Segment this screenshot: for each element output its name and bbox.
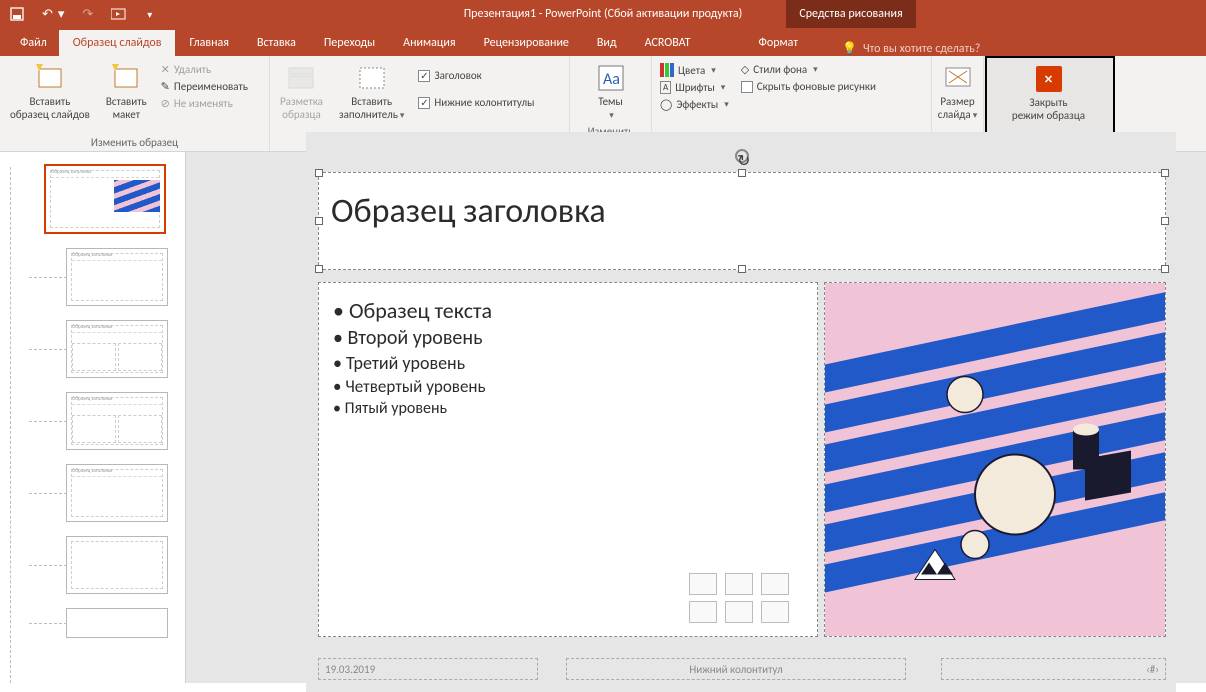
colors-button[interactable]: Цвета▾ — [658, 62, 731, 78]
tab-animations[interactable]: Анимация — [389, 30, 469, 56]
effects-button[interactable]: ◯Эффекты▾ — [658, 97, 731, 112]
delete-button[interactable]: ✕Удалить — [159, 62, 250, 77]
close-icon: ✕ — [1036, 66, 1062, 92]
ribbon-tabs: Файл Образец слайдов Главная Вставка Пер… — [0, 28, 1206, 56]
bullet-list[interactable]: • Образец текста • Второй уровень • Трет… — [319, 283, 817, 432]
hide-background-checkbox[interactable]: Скрыть фоновые рисунки — [739, 79, 878, 94]
lightbulb-icon: 💡 — [842, 41, 857, 56]
slide-number-placeholder[interactable]: ‹#› — [941, 658, 1166, 680]
contextual-tab-label: Средства рисования — [786, 0, 916, 28]
rotation-handle[interactable]: ↻ — [735, 149, 749, 163]
insert-table-icon[interactable] — [689, 573, 717, 595]
tab-transitions[interactable]: Переходы — [310, 30, 389, 56]
content-placeholder[interactable]: • Образец текста • Второй уровень • Трет… — [318, 282, 818, 637]
fonts-button[interactable]: AШрифты▾ — [658, 80, 731, 95]
close-master-view-button[interactable]: ✕ Закрыть режим образца — [984, 56, 1113, 132]
insert-placeholder-button[interactable]: Вставить заполнитель▾ — [335, 60, 408, 123]
slide-editor[interactable]: Образец заголовка ↻ • Образец текста • В… — [186, 152, 1206, 683]
tab-home[interactable]: Главная — [175, 30, 242, 56]
insert-slide-master-button[interactable]: Вставить образец слайдов — [6, 60, 94, 123]
insert-layout-button[interactable]: Вставить макет — [102, 60, 151, 123]
window-title: Презентация1 - PowerPoint (Сбой активаци… — [464, 7, 743, 21]
effects-icon: ◯ — [660, 98, 672, 111]
start-from-beginning-icon[interactable] — [111, 7, 127, 21]
slide-canvas[interactable]: Образец заголовка ↻ • Образец текста • В… — [306, 132, 1176, 692]
redo-icon[interactable]: ↷ — [82, 7, 93, 22]
tell-me-search[interactable]: 💡 Что вы хотите сделать? — [842, 41, 980, 56]
title-checkbox[interactable]: ✓Заголовок — [416, 68, 536, 83]
layout-thumbnail[interactable]: Образец заголовка — [66, 464, 168, 522]
footer-placeholder[interactable]: Нижний колонтитул — [566, 658, 906, 680]
themes-button[interactable]: Aa Темы▾ — [576, 60, 645, 123]
title-placeholder-text[interactable]: Образец заголовка — [331, 191, 606, 232]
master-thumbnail[interactable]: Образец заголовка — [44, 164, 166, 234]
date-placeholder[interactable]: 19.03.2019 — [318, 658, 538, 680]
layout-thumbnail[interactable]: Образец заголовка — [66, 392, 168, 450]
picture-placeholder[interactable] — [824, 282, 1166, 637]
qat-customize-icon[interactable]: ▾ — [147, 8, 152, 21]
title-placeholder[interactable]: Образец заголовка ↻ — [318, 172, 1166, 270]
master-layout-button: Разметка образца — [276, 60, 327, 123]
insert-video-icon[interactable] — [761, 601, 789, 623]
tab-review[interactable]: Рецензирование — [470, 30, 583, 56]
layout-thumbnail[interactable]: Образец заголовка — [66, 320, 168, 378]
colors-icon — [660, 63, 674, 77]
rename-button[interactable]: ✎Переименовать — [159, 79, 250, 94]
insert-smartart-icon[interactable] — [761, 573, 789, 595]
insert-chart-icon[interactable] — [725, 573, 753, 595]
group-label-edit-master: Изменить образец — [6, 134, 263, 151]
tab-insert[interactable]: Вставка — [243, 30, 310, 56]
save-icon[interactable] — [10, 7, 24, 21]
layout-thumbnail[interactable]: Образец заголовка — [66, 248, 168, 306]
insert-picture-icon[interactable] — [689, 601, 717, 623]
title-bar: ↶ ▾ ↷ ▾ Презентация1 - PowerPoint (Сбой … — [0, 0, 1206, 28]
slide-size-button[interactable]: Размер слайда▾ — [938, 60, 977, 123]
thumbnail-panel[interactable]: Образец заголовка Образец заголовка Обра… — [0, 152, 186, 683]
background-styles-button[interactable]: ◇Стили фона▾ — [739, 62, 878, 77]
delete-icon: ✕ — [161, 63, 170, 76]
tab-acrobat[interactable]: ACROBAT — [631, 30, 705, 56]
workspace: Образец заголовка Образец заголовка Обра… — [0, 152, 1206, 683]
layout-thumbnail[interactable] — [66, 536, 168, 594]
footers-checkbox[interactable]: ✓Нижние колонтитулы — [416, 95, 536, 110]
undo-icon[interactable]: ↶ ▾ — [42, 7, 64, 22]
rename-icon: ✎ — [161, 80, 170, 93]
preserve-button[interactable]: ⊘Не изменять — [159, 96, 250, 111]
preserve-icon: ⊘ — [161, 97, 170, 110]
tab-slide-master[interactable]: Образец слайдов — [59, 30, 176, 56]
content-type-icons[interactable] — [689, 573, 791, 623]
tab-file[interactable]: Файл — [8, 30, 59, 56]
background-styles-icon: ◇ — [741, 63, 749, 76]
fonts-icon: A — [660, 81, 671, 94]
svg-text:Aa: Aa — [603, 70, 620, 89]
tab-view[interactable]: Вид — [583, 30, 631, 56]
tab-format[interactable]: Формат — [745, 30, 812, 56]
layout-thumbnail[interactable] — [66, 608, 168, 638]
insert-online-picture-icon[interactable] — [725, 601, 753, 623]
